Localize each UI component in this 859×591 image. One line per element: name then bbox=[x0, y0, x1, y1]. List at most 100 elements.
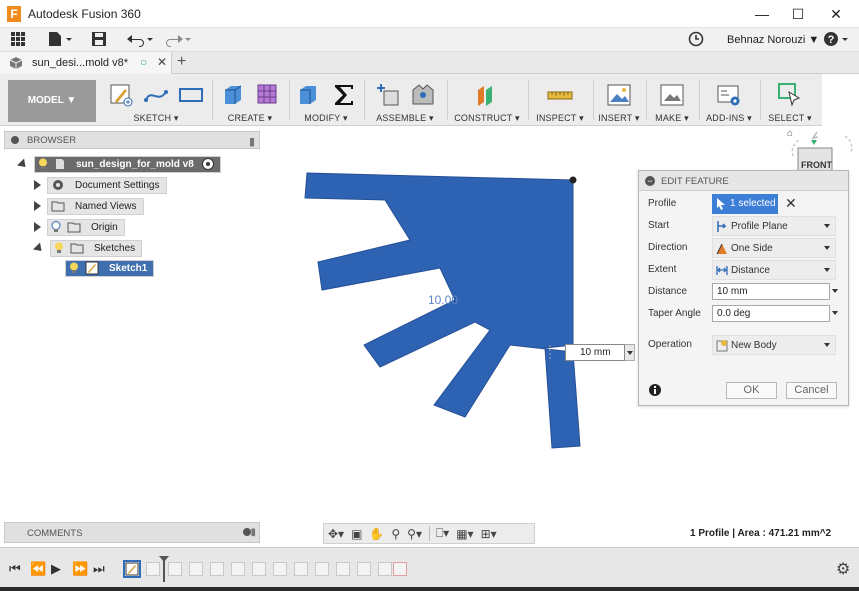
timeline-feature-icon[interactable] bbox=[252, 562, 266, 576]
tree-root-row[interactable]: sun_design_for_mold v8 bbox=[16, 155, 221, 173]
info-icon[interactable] bbox=[649, 384, 661, 396]
timeline-feature-icon[interactable] bbox=[273, 562, 287, 576]
origin-node[interactable]: Origin bbox=[47, 218, 125, 236]
step-back-icon[interactable]: ⏪ bbox=[30, 561, 46, 577]
zoom-icon[interactable]: ⚲ bbox=[391, 527, 400, 541]
lightbulb-icon[interactable] bbox=[38, 158, 48, 170]
timeline-extrude-feature-icon[interactable] bbox=[146, 562, 160, 576]
profile-row: Profile 1 selected ✕ bbox=[639, 193, 848, 215]
direction-dropdown[interactable]: One Side bbox=[712, 238, 836, 258]
comments-panel-header[interactable]: COMMENTS ▮ bbox=[4, 522, 260, 543]
go-to-end-icon[interactable]: ⏭ bbox=[93, 561, 105, 577]
timeline-settings-gear-icon[interactable]: ⚙ bbox=[836, 559, 850, 579]
viewcube-face-label[interactable]: FRONT bbox=[801, 160, 832, 170]
direction-row: Direction One Side bbox=[639, 237, 848, 259]
zoom-window-icon[interactable]: ⚲▾ bbox=[407, 527, 422, 541]
go-to-start-icon[interactable]: ⏮ bbox=[9, 561, 21, 577]
start-dropdown[interactable]: Profile Plane bbox=[712, 216, 836, 236]
folder-icon bbox=[67, 222, 81, 233]
navigation-toolbar: ✥▾ ▣ ✋ ⚲ ⚲▾ ⎕▾ ▦▾ ⊞▾ bbox=[323, 523, 535, 544]
folder-icon bbox=[70, 243, 84, 254]
extent-dropdown[interactable]: Distance bbox=[712, 260, 836, 280]
home-view-icon[interactable]: ⌂ bbox=[787, 128, 793, 139]
lightbulb-off-icon[interactable] bbox=[51, 221, 61, 233]
view-cube[interactable]: ⌂ FRONT bbox=[781, 128, 859, 177]
timeline-sketch-feature-icon[interactable] bbox=[123, 560, 141, 578]
distance-manipulator-dropdown[interactable] bbox=[625, 344, 635, 361]
ok-button[interactable]: OK bbox=[726, 382, 777, 399]
edit-feature-header[interactable]: − EDIT FEATURE bbox=[639, 171, 848, 191]
taper-angle-input[interactable]: 0.0 deg bbox=[712, 305, 830, 322]
one-side-icon bbox=[716, 243, 727, 255]
profile-selection-button[interactable]: 1 selected bbox=[712, 194, 778, 214]
timeline-feature-icon[interactable] bbox=[294, 562, 308, 576]
step-forward-icon[interactable]: ⏩ bbox=[72, 561, 88, 577]
tree-item-named-views[interactable]: Named Views bbox=[34, 197, 144, 215]
timeline-feature-icon[interactable] bbox=[189, 562, 203, 576]
timeline-feature-icon[interactable] bbox=[210, 562, 224, 576]
tree-item-sketches[interactable]: Sketches bbox=[32, 239, 143, 257]
timeline-feature-icon[interactable] bbox=[168, 562, 182, 576]
selection-status: 1 Profile | Area : 471.21 mm^2 bbox=[690, 528, 832, 539]
look-at-icon[interactable]: ▣ bbox=[351, 527, 362, 541]
start-label: Start bbox=[648, 220, 670, 231]
operation-dropdown[interactable]: New Body bbox=[712, 335, 836, 355]
browser-panel-header[interactable]: BROWSER ▮ bbox=[4, 131, 260, 149]
timeline-feature-icon[interactable] bbox=[336, 562, 350, 576]
operation-value: New Body bbox=[731, 340, 777, 351]
distance-manipulator-input[interactable]: 10 mm bbox=[565, 344, 625, 361]
browser-title: BROWSER bbox=[27, 135, 77, 146]
grid-settings-icon[interactable]: ▦▾ bbox=[456, 527, 473, 541]
clear-selection-icon[interactable]: ✕ bbox=[785, 195, 797, 212]
cursor-arrow-icon bbox=[717, 198, 725, 210]
document-settings-node[interactable]: Document Settings bbox=[47, 176, 167, 194]
play-icon[interactable]: ▶ bbox=[51, 561, 61, 577]
timeline-feature-icon[interactable] bbox=[357, 562, 371, 576]
tree-item-document-settings[interactable]: Document Settings bbox=[34, 176, 167, 194]
taper-angle-dropdown-icon[interactable] bbox=[832, 311, 838, 315]
panel-pin-icon[interactable]: ▮ bbox=[250, 527, 256, 538]
expand-triangle-icon[interactable] bbox=[34, 180, 41, 190]
edit-feature-dialog: − EDIT FEATURE Profile 1 selected ✕ Star… bbox=[638, 170, 849, 406]
timeline-feature-icon[interactable] bbox=[378, 562, 392, 576]
collapse-browser-icon[interactable] bbox=[11, 136, 19, 144]
expand-triangle-icon[interactable] bbox=[34, 201, 41, 211]
tree-item-label: Named Views bbox=[75, 200, 137, 212]
sketch1-node[interactable]: Sketch1 bbox=[65, 259, 155, 277]
tree-root-node[interactable]: sun_design_for_mold v8 bbox=[34, 155, 221, 173]
chevron-down-icon bbox=[824, 246, 830, 250]
pan-hand-icon[interactable]: ✋ bbox=[369, 527, 384, 541]
named-views-node[interactable]: Named Views bbox=[47, 197, 144, 215]
sketches-node[interactable]: Sketches bbox=[50, 239, 143, 257]
viewports-icon[interactable]: ⊞▾ bbox=[481, 527, 497, 541]
tree-root-label: sun_design_for_mold v8 bbox=[76, 158, 194, 170]
folder-icon bbox=[51, 201, 65, 212]
collapse-dialog-icon[interactable]: − bbox=[645, 176, 655, 186]
direction-label: Direction bbox=[648, 242, 688, 253]
cancel-button[interactable]: Cancel bbox=[786, 382, 837, 399]
display-settings-icon[interactable]: ⎕▾ bbox=[428, 526, 449, 541]
tree-item-sketch1[interactable]: Sketch1 bbox=[65, 259, 155, 277]
orbit-icon[interactable]: ✥▾ bbox=[328, 527, 344, 541]
expand-triangle-icon[interactable] bbox=[34, 222, 41, 232]
tree-item-origin[interactable]: Origin bbox=[34, 218, 125, 236]
taskbar-strip bbox=[0, 587, 859, 591]
taper-angle-label: Taper Angle bbox=[648, 308, 701, 319]
tree-item-label: Sketches bbox=[94, 242, 136, 254]
lightbulb-icon[interactable] bbox=[69, 262, 79, 274]
profile-label: Profile bbox=[648, 198, 677, 209]
tree-item-label: Sketch1 bbox=[109, 262, 148, 274]
timeline-feature-icon[interactable] bbox=[231, 562, 245, 576]
activate-radio-icon[interactable] bbox=[201, 158, 214, 170]
expand-triangle-icon[interactable] bbox=[32, 241, 46, 255]
taper-angle-row: Taper Angle 0.0 deg bbox=[639, 303, 848, 325]
document-icon bbox=[56, 159, 64, 169]
lightbulb-icon[interactable] bbox=[54, 242, 64, 254]
expand-triangle-icon[interactable] bbox=[16, 157, 30, 171]
timeline-feature-icon[interactable] bbox=[393, 562, 407, 576]
operation-row: Operation New Body bbox=[639, 334, 848, 356]
timeline-feature-icon[interactable] bbox=[315, 562, 329, 576]
distance-dropdown-icon[interactable] bbox=[832, 289, 838, 293]
panel-pin-icon[interactable]: ▮ bbox=[249, 135, 255, 148]
distance-input[interactable]: 10 mm bbox=[712, 283, 830, 300]
